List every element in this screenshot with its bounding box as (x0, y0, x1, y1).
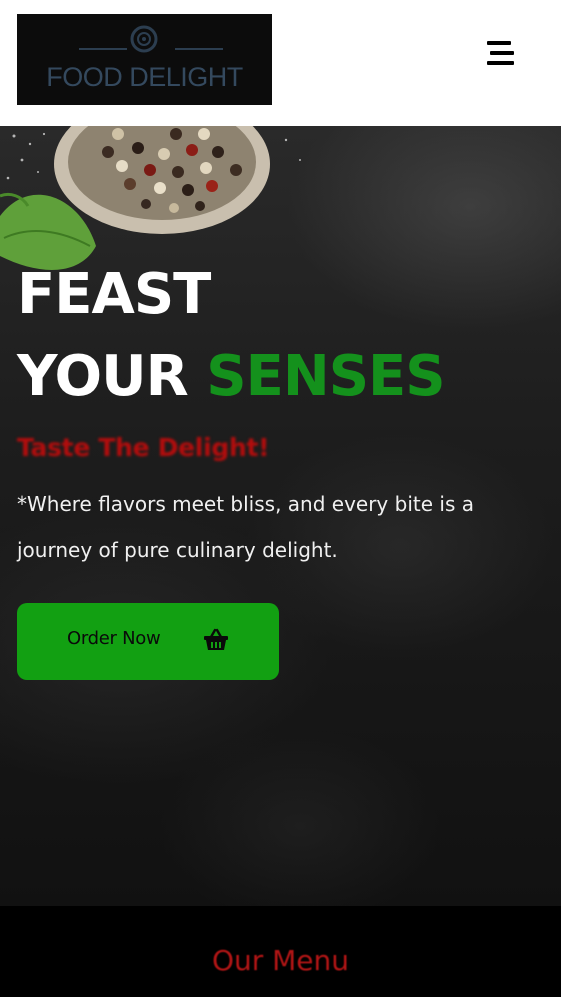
hero-title-line1: FEAST (17, 262, 211, 327)
order-now-button[interactable]: Order Now (17, 603, 279, 680)
hero-title-your: YOUR (17, 344, 189, 409)
hero-title: FEAST YOUR SENSES (17, 254, 446, 418)
site-header: FOOD DELIGHT (0, 0, 561, 126)
logo-text: FOOD DELIGHT (46, 62, 243, 92)
menu-heading: Our Menu (211, 944, 350, 977)
shopping-basket-icon (204, 628, 228, 650)
hero-title-senses: SENSES (206, 344, 445, 409)
dish-emblem-icon (130, 25, 158, 53)
brand-logo[interactable]: FOOD DELIGHT (17, 14, 272, 105)
logo-rule-left (79, 48, 127, 50)
hamburger-menu-icon[interactable] (484, 38, 518, 68)
hero-description: *Where flavors meet bliss, and every bit… (17, 492, 474, 562)
menu-section: Our Menu (0, 906, 561, 997)
logo-rule-right (175, 48, 223, 50)
hero-section: FEAST YOUR SENSES Taste The Delight! *Wh… (0, 126, 561, 906)
hero-tagline: Taste The Delight! (17, 433, 270, 462)
order-now-label: Order Now (67, 628, 161, 649)
